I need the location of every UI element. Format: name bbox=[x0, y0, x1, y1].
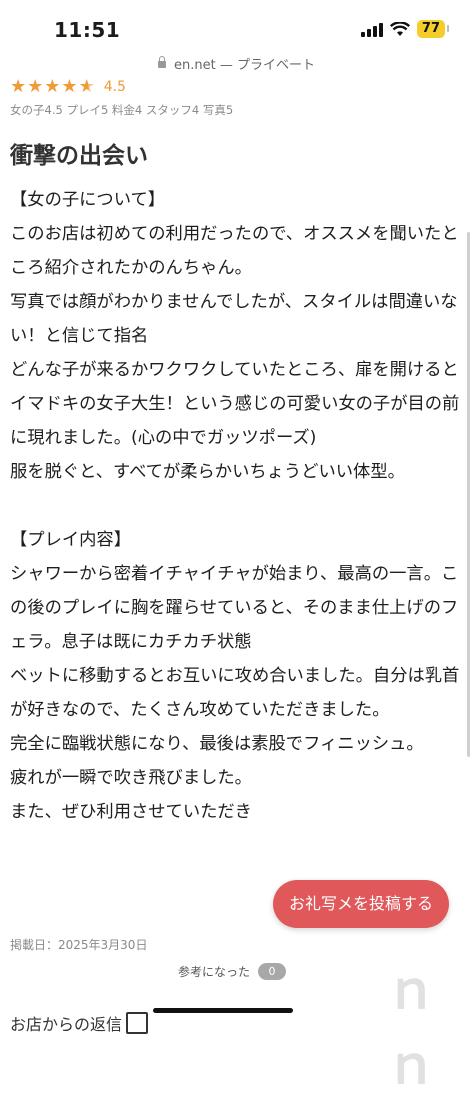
review-paragraph bbox=[10, 489, 462, 523]
system-icons: 77 bbox=[360, 20, 450, 38]
battery-indicator: 77 bbox=[416, 20, 450, 38]
star-icon: ★ bbox=[44, 76, 61, 97]
wifi-icon bbox=[389, 21, 410, 36]
home-indicator bbox=[153, 1008, 293, 1013]
scrollbar[interactable] bbox=[467, 232, 470, 757]
signal-icon bbox=[360, 21, 383, 37]
star-icon: ★ bbox=[27, 76, 44, 97]
review-body: 【女の子について】 このお店は初めての利用だったので、オススメを聞いたところ紹介… bbox=[10, 183, 462, 829]
review-paragraph: ベットに移動するとお互いに攻め合いました。自分は乳首が好きなので、たくさん攻めて… bbox=[10, 666, 460, 720]
review-title: 衝撃の出会い bbox=[10, 143, 148, 169]
review-paragraph: 【女の子について】 bbox=[10, 190, 166, 210]
review-paragraph: 疲れが一瞬で吹き飛びました。 bbox=[10, 768, 252, 788]
browsing-mode: プライベート bbox=[236, 58, 315, 73]
review-paragraph: 写真では顔がわかりませんでしたが、スタイルは間違いない！と信じて指名 bbox=[10, 292, 458, 346]
helpful-label[interactable]: 参考になった bbox=[178, 963, 250, 980]
lock-icon bbox=[157, 56, 166, 68]
post-thank-you-photo-button[interactable]: お礼写メを投稿する bbox=[273, 880, 449, 928]
review-paragraph: 服を脱ぐと、すべてが柔らかいちょうどいい体型。 bbox=[10, 462, 405, 482]
review-paragraph: このお店は初めての利用だったので、オススメを聞いたところ紹介されたかのんちゃん。 bbox=[10, 224, 459, 278]
shop-reply-label: お店からの返信 bbox=[10, 1015, 123, 1034]
review-paragraph: シャワーから密着イチャイチャが始まり、最高の一言。この後のプレイに胸を躍らせてい… bbox=[10, 564, 459, 652]
url-bar[interactable]: en.net — プライベート bbox=[0, 54, 473, 73]
review-paragraph: 【プレイ内容】 bbox=[10, 530, 131, 550]
shop-reply-toggle[interactable]: お店からの返信 bbox=[10, 1011, 149, 1035]
url-separator: — bbox=[219, 58, 233, 73]
helpful-counter[interactable]: 参考になった 0 bbox=[178, 963, 287, 980]
half-star-icon: ★ bbox=[78, 76, 95, 97]
sub-scores: 女の子4.5 プレイ5 料金4 スタッフ4 写真5 bbox=[10, 103, 234, 117]
review-paragraph: また、ぜひ利用させていただき bbox=[10, 802, 252, 822]
rating-score: 4.5 bbox=[103, 78, 126, 95]
status-time: 11:51 bbox=[54, 18, 121, 42]
url-domain: en.net bbox=[173, 58, 216, 73]
review-paragraph: 完全に臨戦状態になり、最後は素股でフィニッシュ。 bbox=[10, 734, 424, 754]
helpful-count-badge: 0 bbox=[258, 963, 287, 980]
status-bar: 11:51 77 bbox=[0, 0, 473, 50]
watermark-logo: ｎｎ bbox=[385, 960, 437, 1096]
post-date: 掲載日：2025年3月30日 bbox=[10, 938, 148, 952]
review-paragraph: どんな子が来るかワクワクしていたところ、扉を開けるとイマドキの女子大生！という感… bbox=[10, 360, 460, 448]
star-rating: ★ ★ ★ ★ ★ 4.5 bbox=[10, 76, 126, 97]
star-icon: ★ bbox=[61, 76, 78, 97]
checkbox-icon[interactable] bbox=[126, 1012, 149, 1034]
star-icon: ★ bbox=[10, 76, 27, 97]
